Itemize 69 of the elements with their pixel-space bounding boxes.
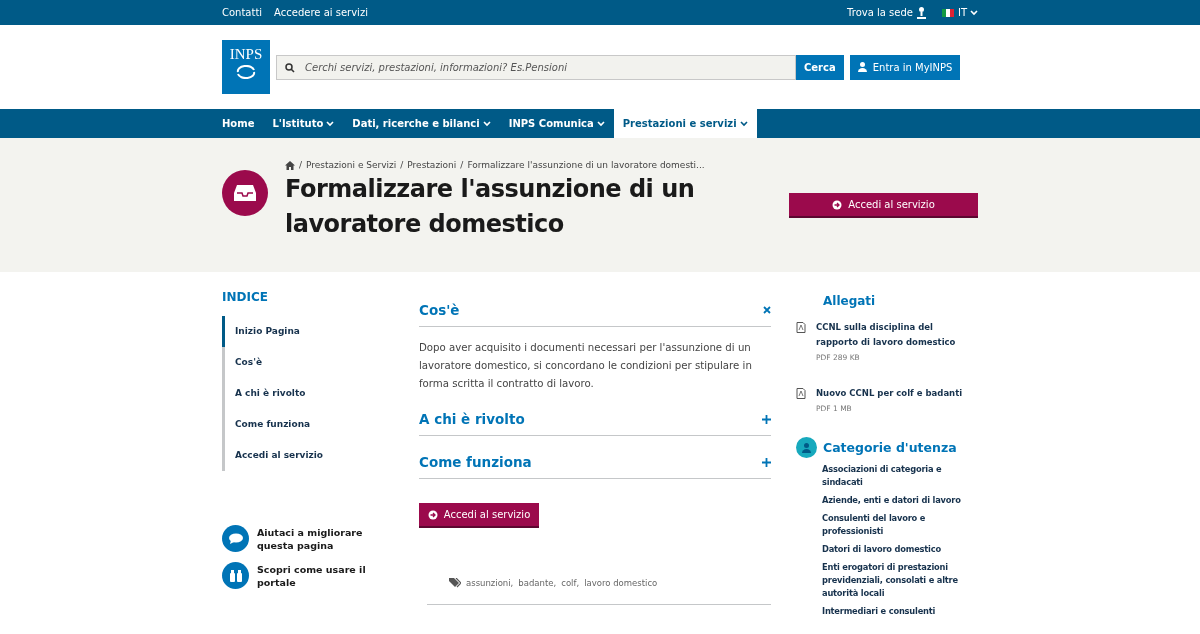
breadcrumb-separator: / xyxy=(460,160,464,170)
section-title: A chi è rivolto xyxy=(419,411,525,427)
tag-link[interactable]: colf, xyxy=(561,578,580,588)
index-title: INDICE xyxy=(222,290,269,304)
top-link[interactable]: Accedere ai servizi xyxy=(274,7,368,18)
tag-link[interactable]: assunzioni, xyxy=(466,578,514,588)
top-link[interactable]: Contatti xyxy=(222,7,263,18)
breadcrumb-link[interactable]: Prestazioni e Servizi xyxy=(306,160,397,170)
index-link[interactable]: Cos'è xyxy=(222,347,419,378)
chevron-down-icon xyxy=(970,9,978,16)
attachment-link[interactable]: CCNL sulla disciplina del rapporto di lavoro domestico xyxy=(816,320,978,350)
chevron-down-icon xyxy=(326,120,335,127)
user-icon xyxy=(796,437,817,458)
nav-tab[interactable]: INPS Comunica xyxy=(499,109,614,138)
nav-tab[interactable]: Home xyxy=(222,109,264,138)
access-service-button[interactable]: Accedi al servizio xyxy=(419,503,539,528)
chevron-down-icon xyxy=(596,120,605,127)
index-link[interactable]: A chi è rivolto xyxy=(222,378,419,409)
arrow-circle-icon xyxy=(832,199,843,210)
inbox-icon xyxy=(222,170,268,216)
index-link[interactable]: Come funziona xyxy=(222,409,419,440)
breadcrumb-separator: / xyxy=(299,160,303,170)
category-link[interactable]: Enti erogatori di prestazioni previdenziali, consolati e altre autorità locali xyxy=(822,561,978,600)
user-icon xyxy=(857,62,867,72)
section-title: Cos'è xyxy=(419,302,460,318)
pdf-file-icon xyxy=(796,322,806,333)
search-button[interactable]: Cerca xyxy=(796,54,844,80)
breadcrumb-link[interactable]: Formalizzare l'assunzione di un lavoratore domesti... xyxy=(467,160,705,170)
help-link[interactable]: Aiutaci a migliorare questa pagina xyxy=(257,525,367,552)
category-link[interactable]: Datori di lavoro domestico xyxy=(822,543,978,556)
nav-tab[interactable]: L'Istituto xyxy=(263,109,344,138)
find-office-link[interactable]: Trova la sede xyxy=(847,7,913,18)
section-title: Come funziona xyxy=(419,454,532,470)
accordion-header[interactable]: Come funziona xyxy=(419,454,771,479)
language-selector[interactable]: IT xyxy=(957,7,978,18)
chevron-down-icon xyxy=(482,120,491,127)
section-text: Dopo aver acquisito i documenti necessari per l'assunzione di un lavoratore domestico, si concordano le condizioni per stipulare in forma scritta il contratto di lavoro. xyxy=(419,341,753,391)
attachment-link[interactable]: Nuovo CCNL per colf e badanti xyxy=(816,386,963,401)
attachments-title: Allegati xyxy=(823,294,877,308)
accordion-header[interactable]: Cos'è xyxy=(419,302,771,327)
tag-link[interactable]: badante, xyxy=(518,578,557,588)
pdf-file-icon xyxy=(796,388,806,399)
nav-tab[interactable]: Prestazioni e servizi xyxy=(613,109,757,138)
category-link[interactable]: Intermediari e consulenti xyxy=(822,605,978,618)
login-button[interactable]: Entra in MyINPS xyxy=(849,54,961,80)
access-service-button[interactable]: Accedi al servizio xyxy=(789,193,978,218)
help-link[interactable]: Scopri come usare il portale xyxy=(257,562,367,589)
index-link[interactable]: Accedi al servizio xyxy=(222,440,419,471)
inps-logo[interactable]: INPS xyxy=(222,40,270,94)
breadcrumb-separator: / xyxy=(400,160,404,170)
tag-link[interactable]: lavoro domestico xyxy=(584,578,658,588)
category-link[interactable]: Associazioni di categoria e sindacati xyxy=(822,463,978,489)
accordion-header[interactable]: A chi è rivolto xyxy=(419,411,771,436)
category-link[interactable]: Consulenti del lavoro e professionisti xyxy=(822,512,978,538)
page-title: Formalizzare l'assunzione di un lavoratore domestico xyxy=(285,174,696,240)
location-pin-icon xyxy=(916,6,926,19)
chevron-down-icon xyxy=(739,120,748,127)
nav-tab[interactable]: Dati, ricerche e bilanci xyxy=(343,109,500,138)
breadcrumb-link[interactable]: Prestazioni xyxy=(407,160,457,170)
italian-flag-icon xyxy=(941,8,954,17)
home-icon[interactable] xyxy=(285,160,295,170)
arrow-circle-icon xyxy=(427,509,438,520)
binoculars-icon xyxy=(222,562,249,589)
index-link[interactable]: Inizio Pagina xyxy=(222,316,419,347)
search-icon xyxy=(285,62,295,73)
categories-title: Categorie d'utenza xyxy=(823,440,957,455)
speech-bubble-icon xyxy=(222,525,249,552)
category-link[interactable]: Aziende, enti e datori di lavoro xyxy=(822,494,978,507)
tags-icon xyxy=(449,578,461,588)
